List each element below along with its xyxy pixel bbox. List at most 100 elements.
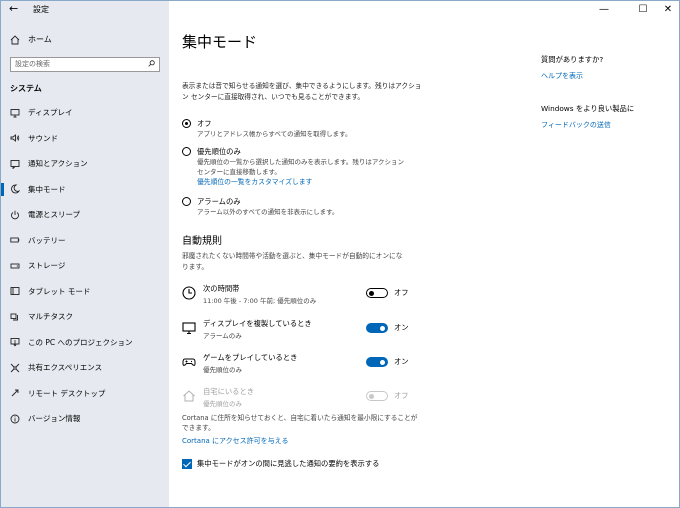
sidebar-item-label: 通知とアクション bbox=[28, 159, 88, 169]
sidebar-item-focus-assist[interactable]: 集中モード bbox=[1, 177, 169, 203]
minimize-button[interactable]: — bbox=[591, 1, 617, 19]
notifications-icon bbox=[10, 159, 20, 169]
rule-duplicating-display[interactable]: ディスプレイを複製しているとき アラームのみ オン bbox=[182, 319, 422, 343]
toggle-state-label: オフ bbox=[394, 288, 409, 297]
sidebar-item-remote-desktop[interactable]: リモート デスクトップ bbox=[1, 381, 169, 407]
help-link[interactable]: ヘルプを表示 bbox=[541, 71, 603, 81]
settings-window: ← 設定 ホーム 設定の検索 システム ディスプレイ サウンド 通知とアクション bbox=[0, 0, 680, 508]
back-arrow-icon[interactable]: ← bbox=[9, 2, 18, 15]
rule-time[interactable]: 次の時間帯 11:00 午後 - 7:00 午前; 優先順位のみ オフ bbox=[182, 284, 422, 308]
search-placeholder: 設定の検索 bbox=[15, 60, 50, 68]
monitor-icon bbox=[182, 322, 196, 335]
sidebar-item-about[interactable]: バージョン情報 bbox=[1, 406, 169, 432]
cortana-permission-link[interactable]: Cortana にアクセス許可を与える bbox=[182, 436, 288, 446]
feedback-section: Windows をより良い製品に フィードバックの送信 bbox=[541, 104, 634, 130]
rules-heading: 自動規則 bbox=[182, 236, 222, 247]
toggle-state-label: オン bbox=[394, 323, 409, 332]
option-off[interactable]: オフ アプリとアドレス帳からすべての通知を取得します。 bbox=[182, 118, 407, 139]
sidebar-item-label: 共有エクスペリエンス bbox=[28, 363, 103, 373]
section-label: システム bbox=[10, 84, 42, 93]
rule-title: 次の時間帯 bbox=[203, 284, 240, 293]
rule-toggle[interactable] bbox=[366, 288, 388, 298]
title-bar: ← 設定 bbox=[1, 1, 169, 19]
gamepad-icon bbox=[182, 358, 196, 366]
sidebar-item-label: ストレージ bbox=[28, 261, 66, 271]
rules-description: 邪魔されたくない時間帯や活動を選ぶと、集中モードが自動的にオンになります。 bbox=[182, 252, 403, 271]
sidebar: ← 設定 ホーム 設定の検索 システム ディスプレイ サウンド 通知とアクション bbox=[1, 1, 169, 507]
sidebar-item-label: ディスプレイ bbox=[28, 108, 73, 118]
radio-button[interactable] bbox=[182, 197, 191, 206]
clock-icon bbox=[182, 286, 196, 300]
sidebar-item-sound[interactable]: サウンド bbox=[1, 126, 169, 152]
page-description: 表示または音で知らせる通知を選び、集中できるようにします。残りはアクション セン… bbox=[182, 82, 422, 101]
sidebar-item-multitasking[interactable]: マルチタスク bbox=[1, 304, 169, 330]
checkbox-label: 集中モードがオンの間に見逃した通知の要約を表示する bbox=[197, 459, 380, 468]
rule-title: ゲームをプレイしているとき bbox=[203, 353, 298, 362]
rule-subtitle: 11:00 午後 - 7:00 午前; 優先順位のみ bbox=[203, 297, 317, 305]
app-title: 設定 bbox=[33, 5, 49, 14]
rule-subtitle: 優先順位のみ bbox=[203, 366, 242, 374]
sidebar-item-label: この PC へのプロジェクション bbox=[28, 337, 133, 347]
shared-icon bbox=[10, 363, 20, 373]
sidebar-item-label: バージョン情報 bbox=[28, 414, 81, 424]
info-icon bbox=[10, 414, 20, 424]
sidebar-item-shared-experiences[interactable]: 共有エクスペリエンス bbox=[1, 355, 169, 381]
option-priority-only[interactable]: 優先順位のみ 優先順位の一覧から選択した通知のみを表示します。残りはアクション … bbox=[182, 146, 407, 188]
customize-priority-link[interactable]: 優先順位の一覧をカスタマイズします bbox=[197, 177, 407, 188]
rule-subtitle: アラームのみ bbox=[203, 332, 242, 340]
toggle-state-label: オン bbox=[394, 357, 409, 366]
sidebar-item-label: サウンド bbox=[28, 133, 58, 143]
sidebar-item-battery[interactable]: バッテリー bbox=[1, 228, 169, 254]
rule-toggle[interactable] bbox=[366, 323, 388, 333]
option-label: オフ bbox=[197, 119, 212, 128]
maximize-button[interactable]: ☐ bbox=[630, 1, 656, 19]
display-icon bbox=[10, 108, 20, 118]
radio-button[interactable] bbox=[182, 147, 191, 156]
sidebar-item-tablet-mode[interactable]: タブレット モード bbox=[1, 279, 169, 305]
search-input[interactable]: 設定の検索 bbox=[10, 57, 160, 72]
tablet-icon bbox=[10, 287, 20, 296]
rule-subtitle: 優先順位のみ bbox=[203, 400, 242, 408]
rule-title: 自宅にいるとき bbox=[203, 387, 255, 396]
remote-icon bbox=[11, 389, 19, 397]
sidebar-item-label: 集中モード bbox=[28, 184, 66, 194]
option-alarms-only[interactable]: アラームのみ アラーム以外のすべての通知を非表示にします。 bbox=[182, 196, 407, 217]
summary-checkbox-row[interactable]: 集中モードがオンの間に見逃した通知の要約を表示する bbox=[182, 459, 379, 469]
radio-button[interactable] bbox=[182, 119, 191, 128]
home-icon bbox=[10, 34, 20, 44]
rule-playing-game[interactable]: ゲームをプレイしているとき 優先順位のみ オン bbox=[182, 353, 422, 377]
close-button[interactable]: ✕ bbox=[655, 1, 679, 19]
home-link[interactable]: ホーム bbox=[10, 34, 52, 45]
sidebar-item-projection[interactable]: この PC へのプロジェクション bbox=[1, 330, 169, 356]
toggle-knob bbox=[380, 326, 385, 331]
sidebar-item-label: タブレット モード bbox=[28, 286, 91, 296]
sidebar-item-label: リモート デスクトップ bbox=[28, 388, 106, 398]
search-icon bbox=[148, 60, 155, 67]
summary-checkbox[interactable] bbox=[182, 459, 192, 469]
moon-icon bbox=[11, 184, 20, 194]
cortana-description: Cortana に住所を知らせておくと、自宅に着いたら通知を最小限にすることがで… bbox=[182, 414, 418, 432]
power-icon bbox=[11, 210, 19, 220]
sidebar-nav: ディスプレイ サウンド 通知とアクション 集中モード 電源とスリープ バッテリー bbox=[1, 100, 169, 432]
help-section: 質問がありますか? ヘルプを表示 bbox=[541, 55, 603, 81]
sidebar-item-display[interactable]: ディスプレイ bbox=[1, 100, 169, 126]
toggle-state-label: オフ bbox=[394, 391, 409, 400]
option-description: 優先順位の一覧から選択した通知のみを表示します。残りはアクション センターに直接… bbox=[197, 158, 405, 176]
page-title: 集中モード bbox=[182, 33, 258, 51]
option-label: アラームのみ bbox=[197, 197, 241, 206]
feedback-prompt: Windows をより良い製品に bbox=[541, 104, 635, 113]
rule-toggle[interactable] bbox=[366, 357, 388, 367]
sidebar-item-label: バッテリー bbox=[28, 235, 66, 245]
main-content: — ☐ ✕ 集中モード 表示または音で知らせる通知を選び、集中できるようにします… bbox=[169, 1, 679, 507]
rule-toggle bbox=[366, 391, 388, 401]
battery-icon bbox=[10, 237, 20, 243]
sidebar-item-notifications[interactable]: 通知とアクション bbox=[1, 151, 169, 177]
option-label: 優先順位のみ bbox=[197, 147, 241, 156]
house-icon bbox=[183, 390, 195, 402]
feedback-link[interactable]: フィードバックの送信 bbox=[541, 120, 634, 130]
option-description: アプリとアドレス帳からすべての通知を取得します。 bbox=[197, 130, 352, 138]
sidebar-item-power[interactable]: 電源とスリープ bbox=[1, 202, 169, 228]
toggle-knob bbox=[369, 394, 374, 399]
rule-title: ディスプレイを複製しているとき bbox=[203, 319, 312, 328]
sidebar-item-storage[interactable]: ストレージ bbox=[1, 253, 169, 279]
